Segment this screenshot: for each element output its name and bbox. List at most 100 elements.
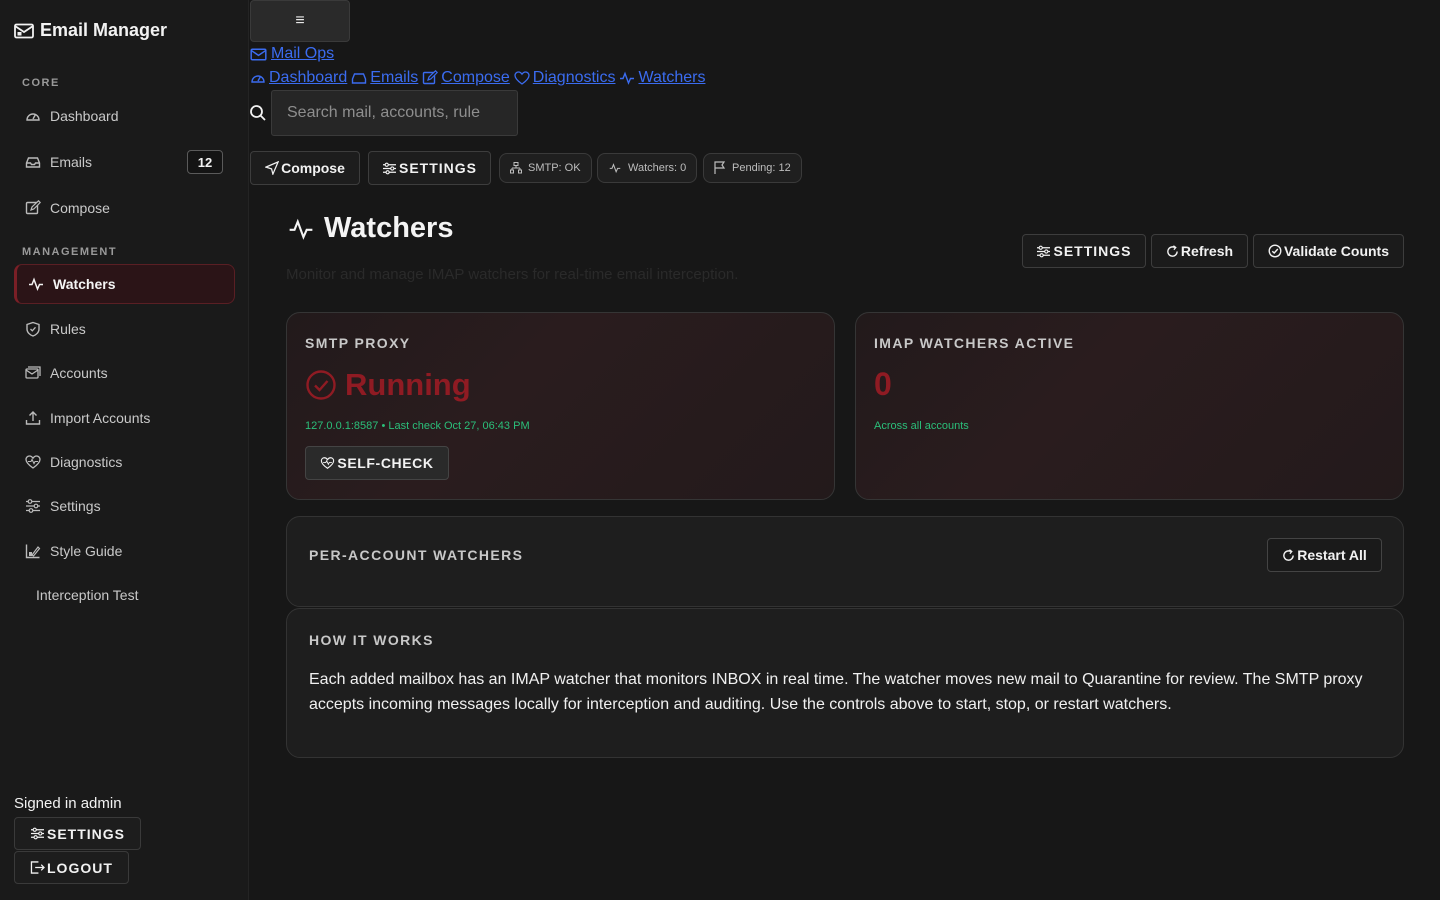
imap-meta: Across all accounts [874, 420, 969, 432]
search-input[interactable] [271, 90, 518, 136]
refresh-button[interactable]: Refresh [1151, 234, 1248, 268]
refresh-icon [1283, 548, 1295, 561]
heart-pulse-icon [321, 457, 335, 469]
sidebar-item-emails[interactable]: Emails 12 [14, 142, 235, 182]
toolbar-settings-button[interactable]: SETTINGS [368, 151, 491, 185]
breadcrumb-emails[interactable]: Emails [351, 69, 418, 87]
restart-all-button[interactable]: Restart All [1267, 538, 1382, 572]
settings-label: SETTINGS [47, 825, 126, 842]
how-it-works-card: HOW IT WORKS Each added mailbox has an I… [286, 608, 1404, 758]
brand[interactable]: Email Manager [14, 20, 167, 41]
smtp-status-text: Running [345, 367, 471, 402]
search-icon [250, 105, 266, 121]
sidebar-item-accounts[interactable]: Accounts [14, 353, 235, 393]
activity-icon [620, 71, 635, 85]
sidebar-item-label: Rules [50, 321, 86, 337]
sidebar-item-label: Emails [50, 154, 93, 170]
sidebar-item-label: Accounts [50, 365, 108, 381]
breadcrumb-label: Emails [370, 69, 419, 86]
sidebar-item-settings[interactable]: Settings [14, 486, 235, 526]
breadcrumb-label: Dashboard [269, 69, 348, 86]
breadcrumb-diagnostics[interactable]: Diagnostics [514, 69, 615, 87]
sliders-icon [26, 499, 40, 513]
pill-label: Watchers: 0 [628, 162, 687, 174]
refresh-label: Refresh [1180, 243, 1234, 259]
sidebar-item-label: Interception Test [36, 587, 139, 603]
sidebar-item-label: Dashboard [50, 108, 119, 124]
inbox-icon [25, 157, 41, 168]
mail-ops-link[interactable]: Mail Ops [250, 45, 334, 63]
self-check-button[interactable]: SELF-CHECK [305, 446, 449, 480]
smtp-meta: 127.0.0.1:8587 • Last check Oct 27, 06:4… [305, 420, 530, 432]
breadcrumb: Dashboard Emails Compose Diagnostics Wat… [250, 69, 705, 87]
inbox-icon [352, 73, 367, 84]
per-account-watchers-card: PER-ACCOUNT WATCHERS Restart All [286, 516, 1404, 607]
smtp-status-pill[interactable]: SMTP: OK [499, 153, 592, 183]
card-label: PER-ACCOUNT WATCHERS [309, 547, 524, 563]
sidebar-item-style-guide[interactable]: Style Guide [14, 531, 235, 571]
how-it-works-text: Each added mailbox has an IMAP watcher t… [309, 671, 1363, 713]
activity-icon [609, 163, 621, 174]
breadcrumb-label: Watchers [638, 69, 706, 86]
logout-icon [30, 861, 45, 874]
sidebar-item-rules[interactable]: Rules [14, 309, 235, 349]
heart-pulse-icon [25, 455, 41, 469]
brand-name: Email Manager [40, 20, 168, 40]
signed-in-text: Signed in admin [14, 795, 122, 812]
page-title: Watchers [286, 212, 453, 245]
smtp-proxy-card: SMTP PROXY Running 127.0.0.1:8587 • Last… [286, 312, 835, 500]
sidebar-settings-button[interactable]: SETTINGS [14, 817, 142, 850]
imap-watchers-card: IMAP WATCHERS ACTIVE 0 Across all accoun… [855, 312, 1404, 500]
page-settings-button[interactable]: SETTINGS [1022, 234, 1146, 268]
send-icon [265, 161, 280, 175]
breadcrumb-dashboard[interactable]: Dashboard [250, 69, 347, 87]
mail-ops-label: Mail Ops [271, 45, 335, 62]
logout-button[interactable]: LOGOUT [14, 851, 129, 884]
sidebar-item-interception-test[interactable]: Interception Test [14, 575, 235, 615]
sidebar-item-compose[interactable]: Compose [14, 188, 235, 228]
sidebar-item-dashboard[interactable]: Dashboard [14, 96, 235, 136]
card-label: SMTP PROXY [305, 335, 411, 351]
sidebar-item-diagnostics[interactable]: Diagnostics [14, 442, 235, 482]
mail-icon [14, 23, 34, 38]
sidebar-item-import-accounts[interactable]: Import Accounts [14, 398, 235, 438]
pill-label: SMTP: OK [528, 162, 581, 174]
unread-count-badge: 12 [187, 150, 223, 174]
heart-pulse-icon [514, 71, 530, 85]
settings-label: SETTINGS [398, 160, 477, 176]
sidebar: Email Manager CORE Dashboard Emails 12 C… [0, 0, 249, 900]
imap-watchers-count: 0 [874, 366, 892, 402]
sidebar-item-label: Import Accounts [50, 410, 151, 426]
validate-counts-button[interactable]: Validate Counts [1253, 234, 1404, 268]
check-circle-icon [1268, 244, 1282, 258]
sliders-icon [30, 827, 44, 840]
check-circle-icon [306, 370, 336, 400]
sidebar-item-watchers[interactable]: Watchers [14, 264, 235, 304]
section-core: CORE [22, 77, 60, 89]
page-title-text: Watchers [324, 212, 454, 244]
logout-label: LOGOUT [47, 859, 113, 876]
sidebar-item-label: Compose [50, 200, 110, 216]
menu-toggle-button[interactable]: ≡ [250, 0, 350, 42]
refresh-icon [1167, 244, 1178, 257]
gauge-icon [26, 113, 40, 121]
sidebar-item-label: Watchers [53, 276, 116, 292]
section-management: MANAGEMENT [22, 246, 118, 258]
palette-icon [25, 544, 41, 559]
edit-icon [25, 200, 41, 215]
network-icon [510, 162, 522, 174]
pending-status-pill[interactable]: Pending: 12 [703, 153, 802, 183]
compose-button[interactable]: Compose [250, 151, 360, 185]
mail-icon [250, 47, 267, 61]
envelopes-icon [25, 366, 41, 379]
edit-icon [423, 70, 439, 85]
gauge-icon [251, 75, 265, 83]
upload-icon [25, 411, 41, 425]
smtp-status: Running [305, 367, 471, 403]
watchers-status-pill[interactable]: Watchers: 0 [597, 153, 698, 183]
shield-icon [26, 321, 40, 337]
activity-icon [289, 218, 313, 240]
page-subtitle: Monitor and manage IMAP watchers for rea… [286, 266, 739, 283]
breadcrumb-compose[interactable]: Compose [422, 69, 510, 87]
breadcrumb-watchers[interactable]: Watchers [619, 69, 705, 87]
